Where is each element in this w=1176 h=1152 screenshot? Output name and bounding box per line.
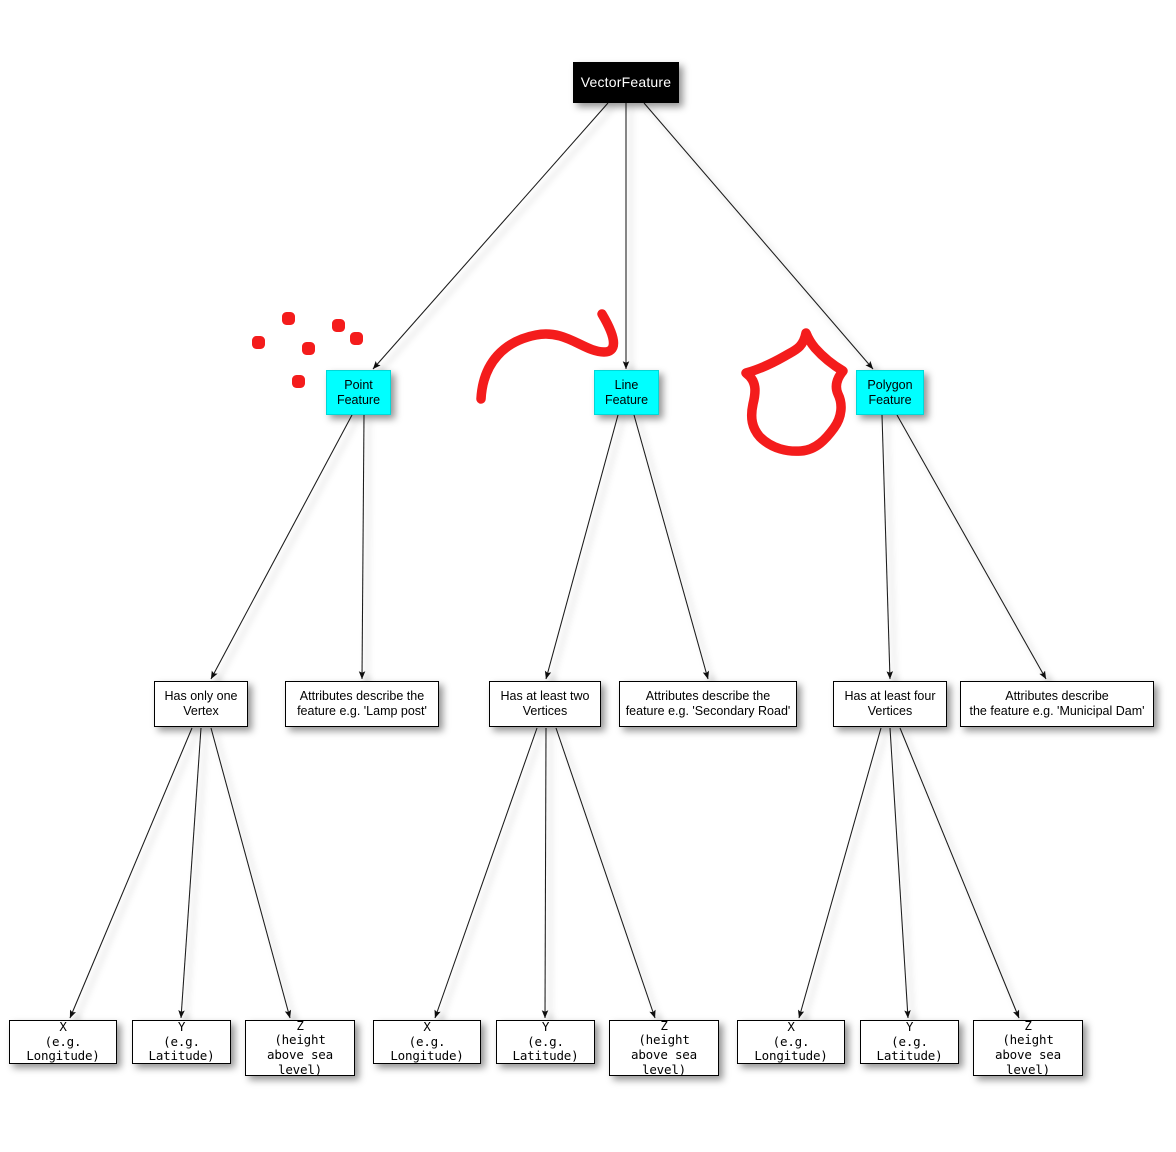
node-vector-feature[interactable]: VectorFeature (573, 62, 679, 103)
edge-v1-to-x (69, 727, 193, 1019)
node-polygon-y[interactable]: Y (e.g. Latitude) (860, 1019, 959, 1064)
diagram-canvas: VectorFeature Point Feature Line Feature… (0, 0, 1176, 1152)
node-point-z[interactable]: Z (height above sea level) (245, 1018, 355, 1077)
edge-v3-to-y (889, 727, 911, 1019)
edge-root-to-point (372, 102, 609, 370)
node-line-feature[interactable]: Line Feature (594, 370, 659, 415)
node-point-x[interactable]: X (e.g. Longitude) (9, 1019, 117, 1064)
node-polygon-x[interactable]: X (e.g. Longitude) (737, 1019, 845, 1064)
edge-v2-to-z (555, 727, 656, 1019)
illustration-layer (252, 309, 848, 456)
edge-v3-to-z (899, 727, 1020, 1019)
edge-v1-to-z (210, 727, 292, 1019)
edge-layer (69, 102, 1047, 1019)
edge-point-to-vertex (210, 414, 353, 680)
node-line-vertex-rule[interactable]: Has at least two Vertices (489, 681, 601, 727)
node-point-attributes[interactable]: Attributes describe the feature e.g. 'La… (285, 681, 439, 727)
edge-line-to-vertex (544, 414, 619, 680)
node-polygon-attributes[interactable]: Attributes describe the feature e.g. 'Mu… (960, 681, 1154, 727)
edge-v2-to-y (541, 727, 549, 1019)
edge-polygon-to-vertex (881, 414, 894, 680)
edge-root-to-polygon (643, 102, 874, 370)
node-line-z[interactable]: Z (height above sea level) (609, 1018, 719, 1077)
node-polygon-z[interactable]: Z (height above sea level) (973, 1018, 1083, 1077)
node-line-x[interactable]: X (e.g. Longitude) (373, 1019, 481, 1064)
edge-v2-to-x (434, 727, 538, 1019)
node-line-attributes[interactable]: Attributes describe the feature e.g. 'Se… (619, 681, 797, 727)
edge-point-to-attributes (358, 414, 366, 680)
node-polygon-vertex-rule[interactable]: Has at least four Vertices (833, 681, 947, 727)
node-point-feature[interactable]: Point Feature (326, 370, 391, 415)
edge-v1-to-y (178, 727, 202, 1019)
node-polygon-feature[interactable]: Polygon Feature (856, 370, 924, 415)
edge-line-to-attributes (633, 414, 710, 680)
node-point-vertex-rule[interactable]: Has only one Vertex (154, 681, 248, 727)
node-line-y[interactable]: Y (e.g. Latitude) (496, 1019, 595, 1064)
polygon-illustration (741, 328, 848, 456)
node-point-y[interactable]: Y (e.g. Latitude) (132, 1019, 231, 1064)
edge-polygon-to-attributes (896, 414, 1047, 680)
edge-v3-to-x (797, 727, 882, 1019)
